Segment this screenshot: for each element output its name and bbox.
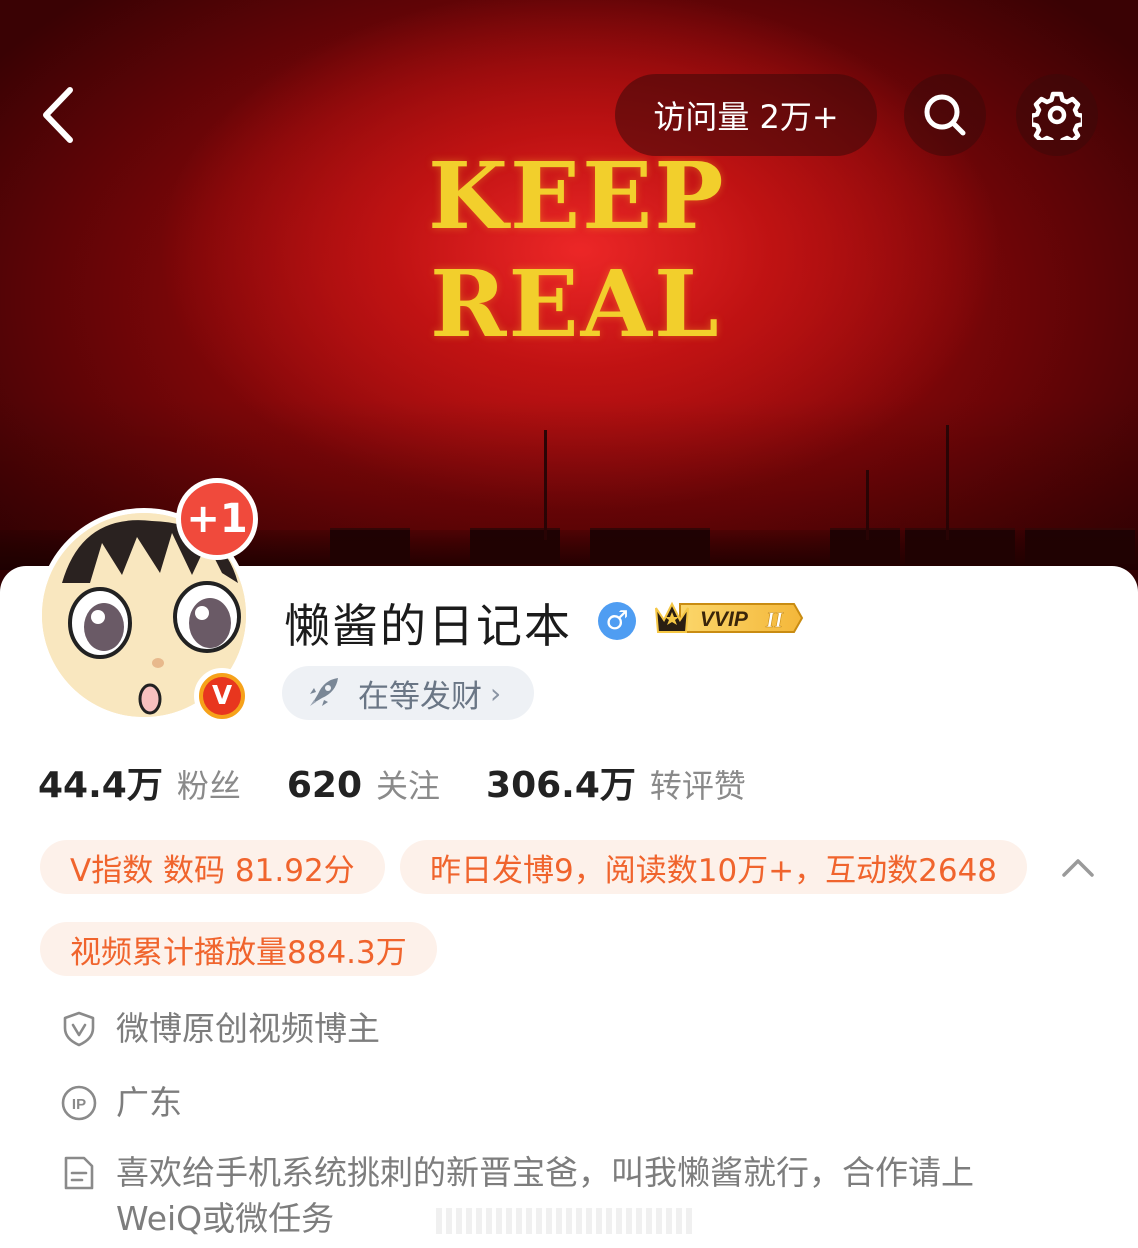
ip-location-text: 广东 [116, 1083, 182, 1122]
vvip-text: VVIP [700, 608, 749, 631]
stat-value: 306.4万 [486, 765, 636, 806]
vvip-badge[interactable]: VVIP II [652, 598, 804, 638]
back-button[interactable] [28, 80, 88, 150]
status-pill[interactable]: 在等发财 › [282, 666, 534, 720]
chevron-up-icon [1062, 859, 1094, 877]
stat-following[interactable]: 620 关注 [287, 761, 440, 807]
status-label: 在等发财 [358, 678, 482, 715]
vvip-level: II [765, 607, 785, 632]
collapse-button[interactable] [1056, 846, 1100, 890]
notification-badge[interactable]: +1 [176, 478, 258, 560]
settings-button[interactable] [1016, 74, 1098, 156]
gear-icon [1032, 91, 1082, 140]
video-plays-tag[interactable]: 视频累计播放量884.3万 [40, 922, 437, 976]
profile-cover-banner: KEEP REAL 访问量 2万+ [0, 0, 1138, 600]
ip-icon: IP [61, 1085, 97, 1121]
stat-value: 44.4万 [38, 765, 163, 806]
banner-text-line1: KEEP [428, 142, 726, 250]
verified-badge-label: V [203, 677, 241, 715]
shield-v-icon [63, 1011, 95, 1047]
visit-count-label: 访问量 2万+ [653, 98, 839, 136]
stat-label: 转评赞 [649, 767, 746, 805]
stat-interactions[interactable]: 306.4万 转评赞 [486, 756, 746, 808]
svg-text:IP: IP [72, 1096, 86, 1113]
banner-text-line2: REAL [430, 250, 721, 358]
verified-badge: V [194, 668, 250, 724]
ip-location-row: IP 广东 [60, 1080, 182, 1126]
stats-row: 44.4万 粉丝 620 关注 306.4万 转评赞 [38, 756, 792, 808]
stat-label: 关注 [376, 767, 441, 805]
yesterday-stats-tag[interactable]: 昨日发博9，阅读数10万+，互动数2648 [400, 840, 1028, 894]
username: 懒酱的日记本 [284, 599, 572, 653]
certification-text: 微博原创视频博主 [116, 1009, 380, 1048]
search-icon [924, 94, 966, 136]
rocket-icon [310, 678, 338, 706]
watermark [436, 1208, 696, 1234]
back-arrow-icon [43, 87, 73, 143]
document-icon [64, 1156, 94, 1190]
status-chevron: › [490, 676, 502, 710]
stat-label: 粉丝 [176, 767, 241, 805]
gender-icon: ♂ [598, 602, 636, 640]
v-index-tag[interactable]: V指数 数码 81.92分 [40, 840, 385, 894]
visit-count-pill[interactable]: 访问量 2万+ [615, 74, 877, 156]
search-button[interactable] [904, 74, 986, 156]
stat-followers[interactable]: 44.4万 粉丝 [38, 756, 241, 808]
stat-value: 620 [286, 765, 362, 806]
certification-row: 微博原创视频博主 [60, 1006, 380, 1052]
